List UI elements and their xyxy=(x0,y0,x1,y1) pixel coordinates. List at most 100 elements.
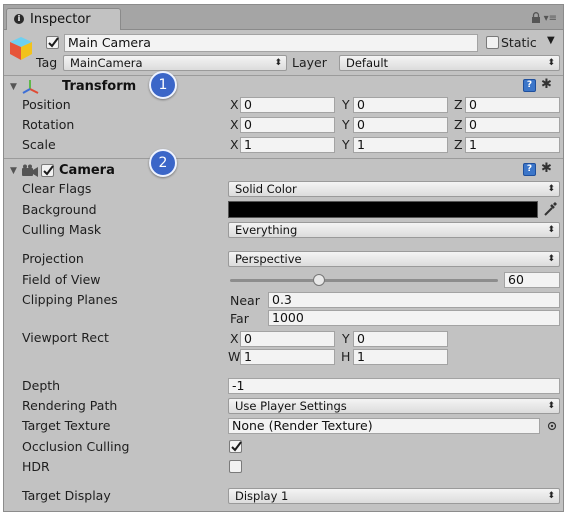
divider xyxy=(4,75,563,76)
target-texture-field[interactable]: None (Render Texture) xyxy=(228,418,540,434)
depth-label: Depth xyxy=(22,378,61,393)
tab-inspector[interactable]: i Inspector xyxy=(6,8,121,30)
far-label[interactable]: Far xyxy=(230,311,249,326)
target-display-value: Display 1 xyxy=(235,489,289,503)
axis-y-label[interactable]: Y xyxy=(342,97,350,112)
background-color-swatch[interactable] xyxy=(228,201,538,218)
axis-x-label[interactable]: X xyxy=(230,97,239,112)
hdr-label: HDR xyxy=(22,459,50,474)
object-picker-icon[interactable] xyxy=(547,421,557,431)
clipping-planes-label: Clipping Planes xyxy=(22,292,118,307)
tag-value: MainCamera xyxy=(70,56,143,70)
position-z-field[interactable]: 0 xyxy=(465,97,560,113)
help-icon[interactable]: ? xyxy=(523,79,536,92)
culling-mask-dropdown[interactable]: Everything ⬍ xyxy=(228,222,560,238)
viewport-w-label[interactable]: W xyxy=(228,349,240,364)
clear-flags-label: Clear Flags xyxy=(22,181,92,196)
scale-x-field[interactable]: 1 xyxy=(240,137,335,153)
occlusion-culling-label: Occlusion Culling xyxy=(22,439,130,454)
background-label: Background xyxy=(22,202,97,217)
target-texture-label: Target Texture xyxy=(22,418,111,433)
camera-icon xyxy=(22,164,38,177)
clear-flags-dropdown[interactable]: Solid Color ⬍ xyxy=(228,181,560,197)
transform-icon xyxy=(22,80,39,94)
projection-dropdown[interactable]: Perspective ⬍ xyxy=(228,251,560,267)
foldout-arrow-icon[interactable]: ▼ xyxy=(10,82,17,92)
static-checkbox[interactable] xyxy=(486,36,499,49)
static-label: Static xyxy=(501,35,537,50)
scale-y-field[interactable]: 1 xyxy=(353,137,448,153)
depth-field[interactable]: -1 xyxy=(228,378,560,394)
rotation-x-field[interactable]: 0 xyxy=(240,117,335,133)
axis-y-label[interactable]: Y xyxy=(342,137,350,152)
layer-dropdown[interactable]: Default ⬍ xyxy=(339,55,560,71)
panel-menu-icon[interactable]: ▾≡ xyxy=(544,13,557,24)
updown-icon: ⬍ xyxy=(274,58,282,68)
viewport-h-label[interactable]: H xyxy=(341,349,350,364)
projection-value: Perspective xyxy=(235,252,302,266)
callout-badge-2: 2 xyxy=(149,149,177,177)
scale-z-field[interactable]: 1 xyxy=(465,137,560,153)
viewport-y-label[interactable]: Y xyxy=(342,331,350,346)
axis-x-label[interactable]: X xyxy=(230,137,239,152)
viewport-x-label[interactable]: X xyxy=(230,331,239,346)
updown-icon: ⬍ xyxy=(547,184,555,194)
updown-icon: ⬍ xyxy=(547,491,555,501)
rendering-path-value: Use Player Settings xyxy=(235,399,347,413)
viewport-rect-label: Viewport Rect xyxy=(22,330,109,345)
layer-label: Layer xyxy=(292,55,327,70)
axis-y-label[interactable]: Y xyxy=(342,117,350,132)
info-icon: i xyxy=(14,14,24,24)
occlusion-culling-checkbox[interactable] xyxy=(229,440,242,453)
callout-badge-1: 1 xyxy=(149,71,177,99)
object-name-input[interactable]: Main Camera xyxy=(64,34,478,52)
target-display-dropdown[interactable]: Display 1 ⬍ xyxy=(228,488,560,504)
far-field[interactable]: 1000 xyxy=(268,310,560,326)
rotation-y-field[interactable]: 0 xyxy=(353,117,448,133)
fov-slider-track[interactable] xyxy=(230,279,498,282)
tag-dropdown[interactable]: MainCamera ⬍ xyxy=(63,55,287,71)
hdr-checkbox[interactable] xyxy=(229,460,242,473)
viewport-y-field[interactable]: 0 xyxy=(353,331,448,347)
position-x-field[interactable]: 0 xyxy=(240,97,335,113)
gear-icon[interactable]: ✱ xyxy=(541,77,552,92)
eyedropper-icon[interactable] xyxy=(542,201,558,217)
fov-field[interactable]: 60 xyxy=(504,272,560,288)
gear-icon[interactable]: ✱ xyxy=(541,161,552,176)
foldout-arrow-icon[interactable]: ▼ xyxy=(10,166,17,176)
target-display-label: Target Display xyxy=(22,488,111,503)
rendering-path-label: Rendering Path xyxy=(22,398,118,413)
axis-x-label[interactable]: X xyxy=(230,117,239,132)
near-field[interactable]: 0.3 xyxy=(268,292,560,308)
fov-slider-thumb[interactable] xyxy=(312,274,325,286)
axis-z-label[interactable]: Z xyxy=(454,117,463,132)
rendering-path-dropdown[interactable]: Use Player Settings ⬍ xyxy=(228,398,560,414)
active-checkbox[interactable] xyxy=(46,36,59,49)
position-y-field[interactable]: 0 xyxy=(353,97,448,113)
tag-label: Tag xyxy=(36,55,58,70)
scale-label: Scale xyxy=(22,137,56,152)
axis-z-label[interactable]: Z xyxy=(454,97,463,112)
transform-title[interactable]: Transform xyxy=(62,79,136,94)
updown-icon: ⬍ xyxy=(547,58,555,68)
axis-z-label[interactable]: Z xyxy=(454,137,463,152)
tab-title: Inspector xyxy=(30,12,91,27)
help-icon[interactable]: ? xyxy=(523,163,536,176)
near-label[interactable]: Near xyxy=(230,293,260,308)
lock-icon[interactable] xyxy=(531,12,541,23)
static-dropdown-icon[interactable]: ▼ xyxy=(547,35,555,46)
layer-value: Default xyxy=(346,56,389,70)
updown-icon: ⬍ xyxy=(547,401,555,411)
camera-title[interactable]: Camera xyxy=(59,163,115,178)
viewport-h-field[interactable]: 1 xyxy=(353,349,448,365)
clear-flags-value: Solid Color xyxy=(235,182,297,196)
viewport-w-field[interactable]: 1 xyxy=(240,349,335,365)
updown-icon: ⬍ xyxy=(547,254,555,264)
updown-icon: ⬍ xyxy=(547,225,555,235)
rotation-z-field[interactable]: 0 xyxy=(465,117,560,133)
projection-label: Projection xyxy=(22,251,84,266)
viewport-x-field[interactable]: 0 xyxy=(240,331,335,347)
camera-enabled-checkbox[interactable] xyxy=(41,164,54,177)
gameobject-icon xyxy=(10,37,32,60)
divider xyxy=(4,158,563,159)
